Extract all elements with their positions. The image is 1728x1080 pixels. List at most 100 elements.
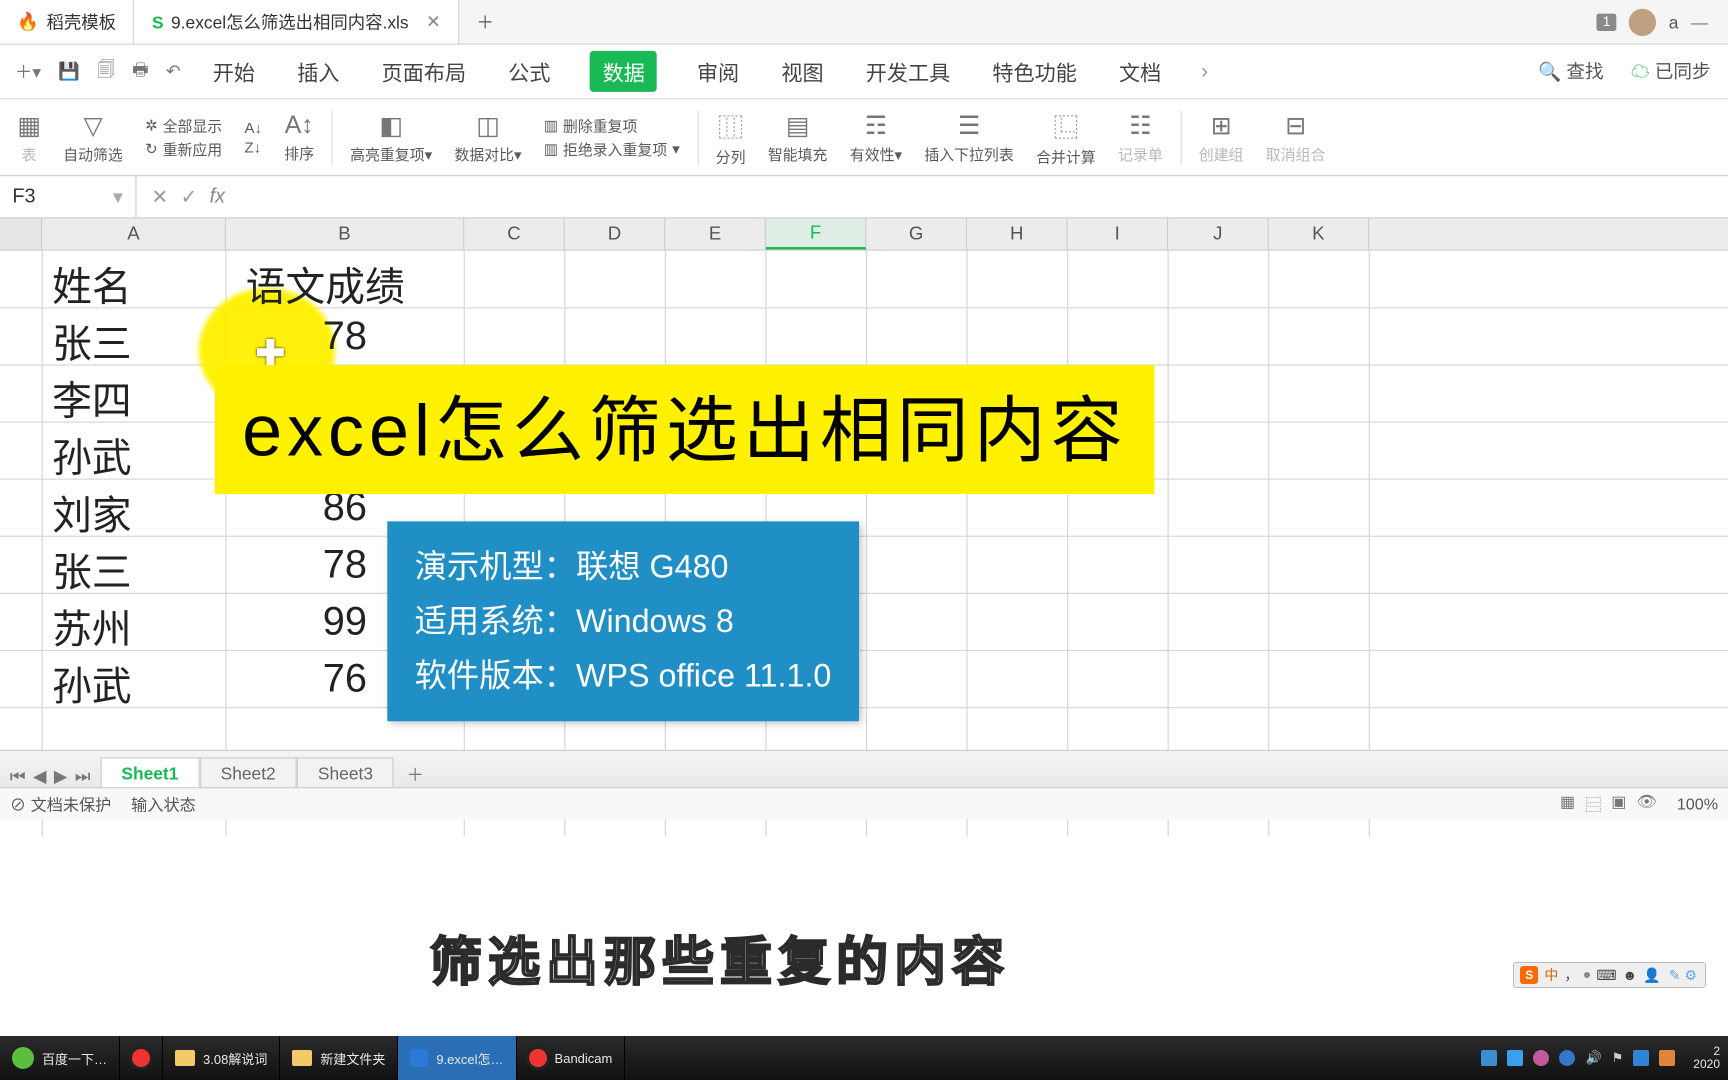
- cell-B8[interactable]: 76: [323, 655, 367, 701]
- tray-icon[interactable]: [1507, 1050, 1523, 1066]
- col-E[interactable]: E: [665, 218, 766, 249]
- select-all-corner[interactable]: [0, 218, 42, 249]
- print-icon[interactable]: 🖶: [132, 56, 148, 86]
- notification-badge[interactable]: 1: [1597, 13, 1617, 30]
- cell-B2[interactable]: 78: [323, 313, 367, 359]
- col-C[interactable]: C: [464, 218, 565, 249]
- sort-button[interactable]: A↕排序: [274, 111, 324, 163]
- system-tray[interactable]: 🔊 ⚑: [1471, 1050, 1685, 1066]
- cell-A5[interactable]: 刘家: [52, 484, 131, 541]
- taskbar-wps[interactable]: 9.excel怎…: [398, 1036, 516, 1080]
- data-compare-button[interactable]: ◫数据对比▾: [445, 110, 532, 165]
- consolidate-button[interactable]: ⿺合并计算: [1026, 107, 1105, 167]
- text-to-columns-button[interactable]: ⿲分列: [706, 107, 756, 167]
- sync-button[interactable]: ☁ 已同步: [1631, 58, 1711, 84]
- cell-A3[interactable]: 李四: [52, 370, 131, 427]
- taskbar-folder1[interactable]: 3.08解说词: [163, 1036, 280, 1080]
- cell-A2[interactable]: 张三: [52, 313, 131, 370]
- pivot-button[interactable]: ▦表: [7, 110, 50, 165]
- tray-flag-icon[interactable]: ⚑: [1612, 1050, 1624, 1066]
- sort-asc-desc[interactable]: A↓Z↓: [235, 119, 272, 156]
- file-menu-icon[interactable]: ＋▾: [15, 59, 41, 84]
- view-normal-icon[interactable]: ▦: [1560, 792, 1575, 816]
- cancel-edit-icon[interactable]: ✕: [151, 184, 168, 209]
- view-reading-icon[interactable]: 👁: [1636, 792, 1657, 816]
- user-avatar[interactable]: [1629, 8, 1656, 35]
- save-as-icon[interactable]: 🗐: [97, 56, 114, 86]
- tab-layout[interactable]: 页面布局: [379, 48, 468, 94]
- cell-A4[interactable]: 孙武: [52, 427, 131, 484]
- sheet-tab-1[interactable]: Sheet1: [100, 757, 199, 788]
- tab-overflow-icon[interactable]: ›: [1201, 59, 1208, 84]
- tray-icon[interactable]: [1533, 1050, 1549, 1066]
- accept-edit-icon[interactable]: ✓: [181, 184, 198, 209]
- validity-button[interactable]: ☶有效性▾: [840, 110, 912, 165]
- view-pagebreak-icon[interactable]: ⿳: [1585, 792, 1601, 816]
- sheet-tab-3[interactable]: Sheet3: [297, 757, 394, 788]
- tab-template[interactable]: 🔥 稻壳模板: [0, 0, 135, 43]
- col-I[interactable]: I: [1068, 218, 1169, 249]
- ime-soft-keyboard-icon[interactable]: ⌨: [1596, 967, 1616, 984]
- tab-document[interactable]: S 9.excel怎么筛选出相同内容.xls ✕: [135, 0, 460, 43]
- tab-data[interactable]: 数据: [590, 51, 657, 92]
- tab-feature[interactable]: 特色功能: [990, 48, 1079, 94]
- protect-status[interactable]: ⊘ 文档未保护: [10, 792, 111, 816]
- cell-A6[interactable]: 张三: [52, 541, 131, 598]
- name-box[interactable]: F3▾: [0, 176, 137, 217]
- tab-insert[interactable]: 插入: [295, 48, 342, 94]
- tab-start[interactable]: 开始: [210, 48, 257, 94]
- col-F[interactable]: F: [766, 218, 867, 249]
- taskbar-bandicam[interactable]: Bandicam: [517, 1036, 626, 1080]
- start-ie-button[interactable]: 百度一下…: [0, 1036, 120, 1080]
- remove-dup-button[interactable]: ▥删除重复项: [544, 115, 680, 136]
- group-create-button[interactable]: ⊞创建组: [1189, 110, 1254, 165]
- cell-A8[interactable]: 孙武: [52, 655, 131, 712]
- add-sheet-button[interactable]: ＋: [394, 762, 436, 787]
- col-H[interactable]: H: [967, 218, 1068, 249]
- ime-toolbar[interactable]: S 中 ， ⌨ ☻ 👤 ✎⚙: [1513, 962, 1706, 988]
- taskbar-clock[interactable]: 2 2020: [1685, 1045, 1728, 1071]
- sheet-prev-icon[interactable]: ◀: [33, 766, 46, 787]
- tab-doc[interactable]: 文档: [1117, 48, 1164, 94]
- zoom-level[interactable]: 100%: [1677, 794, 1718, 813]
- tray-icon[interactable]: [1559, 1050, 1575, 1066]
- col-D[interactable]: D: [565, 218, 666, 249]
- taskbar-record1[interactable]: [120, 1036, 163, 1080]
- taskbar-folder2[interactable]: 新建文件夹: [280, 1036, 398, 1080]
- minimize-icon[interactable]: —: [1691, 12, 1708, 32]
- ime-emoji-icon[interactable]: ☻: [1623, 967, 1638, 983]
- col-A[interactable]: A: [42, 218, 226, 249]
- cell-A7[interactable]: 苏州: [52, 598, 131, 655]
- tray-icon[interactable]: [1659, 1050, 1675, 1066]
- tray-icon[interactable]: [1481, 1050, 1497, 1066]
- cell-B6[interactable]: 78: [323, 541, 367, 587]
- close-tab-icon[interactable]: ✕: [426, 11, 441, 32]
- insert-dropdown-button[interactable]: ☰插入下拉列表: [914, 110, 1023, 165]
- new-tab-button[interactable]: ＋: [459, 0, 511, 43]
- highlight-dup-button[interactable]: ◧高亮重复项▾: [340, 110, 442, 165]
- record-form-button[interactable]: ☷记录单: [1108, 110, 1173, 165]
- save-icon[interactable]: 💾: [58, 61, 80, 82]
- ime-lang[interactable]: 中: [1544, 965, 1558, 985]
- undo-icon[interactable]: ↶: [166, 61, 181, 82]
- view-layout-icon[interactable]: ▣: [1611, 792, 1626, 816]
- show-all-button[interactable]: ✲全部显示: [145, 115, 222, 136]
- ime-tools[interactable]: ✎⚙: [1667, 967, 1699, 984]
- col-B[interactable]: B: [226, 218, 464, 249]
- sheet-next-icon[interactable]: ▶: [54, 766, 67, 787]
- tab-formula[interactable]: 公式: [506, 48, 553, 94]
- tray-icon[interactable]: [1633, 1050, 1649, 1066]
- sheet-tab-2[interactable]: Sheet2: [199, 757, 296, 788]
- tray-speaker-icon[interactable]: 🔊: [1585, 1050, 1601, 1066]
- col-G[interactable]: G: [866, 218, 967, 249]
- reapply-button[interactable]: ↻重新应用: [145, 138, 222, 159]
- sheet-last-icon[interactable]: ⏭: [75, 766, 91, 787]
- group-remove-button[interactable]: ⊟取消组合: [1256, 110, 1335, 165]
- col-J[interactable]: J: [1168, 218, 1269, 249]
- col-K[interactable]: K: [1269, 218, 1370, 249]
- smart-fill-button[interactable]: ▤智能填充: [758, 110, 837, 165]
- reject-dup-button[interactable]: ▥拒绝录入重复项▾: [544, 138, 680, 159]
- cell-B7[interactable]: 99: [323, 598, 367, 644]
- tab-review[interactable]: 审阅: [694, 48, 741, 94]
- tab-dev[interactable]: 开发工具: [863, 48, 952, 94]
